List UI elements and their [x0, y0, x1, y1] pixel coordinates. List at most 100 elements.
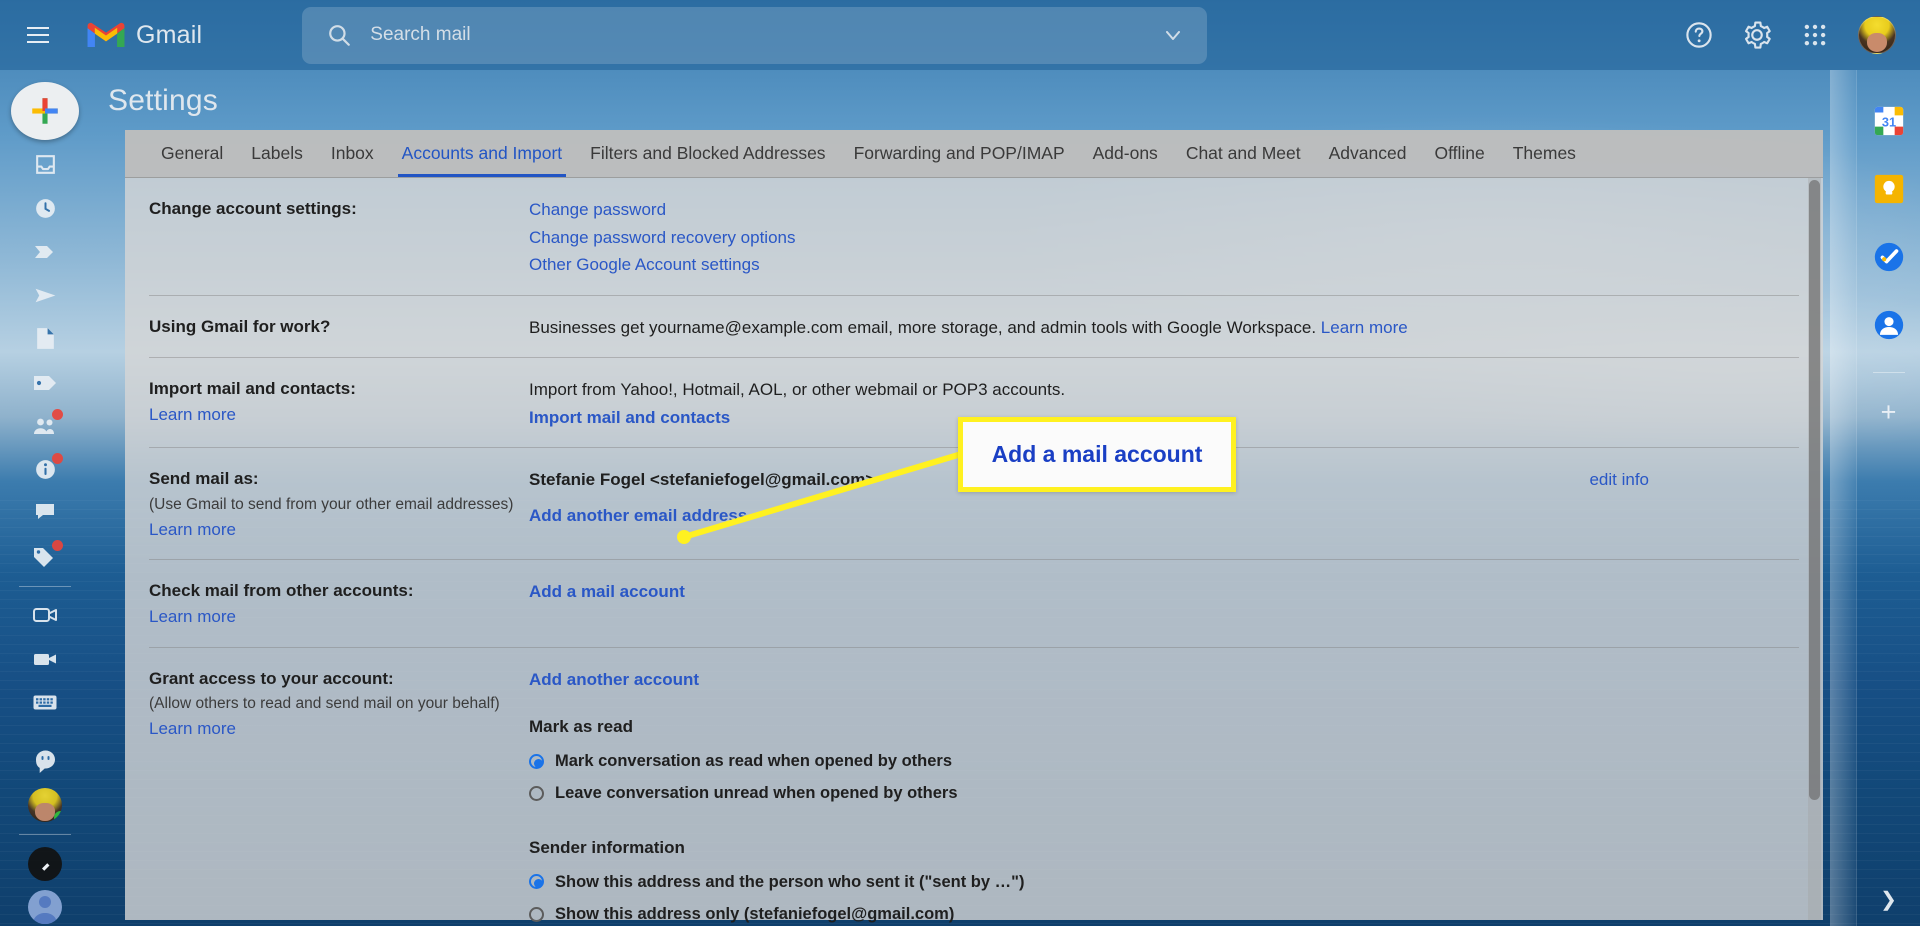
sidebar-item-snoozed[interactable] — [23, 190, 67, 228]
chevron-right-icon[interactable]: ❯ — [1880, 887, 1897, 912]
send-mail-as-sub: (Use Gmail to send from your other email… — [149, 493, 529, 517]
tab-inbox[interactable]: Inbox — [317, 143, 388, 177]
radio-button[interactable] — [529, 786, 544, 801]
sidebar-item-promotions[interactable] — [23, 538, 67, 576]
scrollbar-thumb[interactable] — [1809, 180, 1820, 800]
row-value: Add a mail account — [529, 578, 1799, 631]
row-label: Using Gmail for work? — [149, 314, 529, 342]
sent-icon — [33, 283, 58, 308]
sidebar-item-sent[interactable] — [23, 277, 67, 315]
person-icon — [28, 890, 62, 924]
sidebar-item-inbox[interactable] — [23, 146, 67, 184]
sidebar-item-updates[interactable] — [23, 451, 67, 489]
gmail-brand[interactable]: Gmail — [85, 19, 202, 51]
sender-information-heading: Sender information — [529, 834, 1799, 862]
tab-advanced[interactable]: Advanced — [1315, 143, 1421, 177]
tab-filters-blocked[interactable]: Filters and Blocked Addresses — [576, 143, 839, 177]
sidebar-item-join-meeting[interactable] — [23, 640, 67, 678]
row-grant-access: Grant access to your account: (Allow oth… — [149, 648, 1799, 926]
edit-info-link[interactable]: edit info — [1589, 466, 1799, 543]
avatar[interactable] — [1858, 16, 1896, 54]
settings-scrollbar[interactable] — [1808, 178, 1821, 920]
radio-mark-conversation-read[interactable]: Mark conversation as read when opened by… — [529, 745, 1799, 778]
compose-button[interactable] — [11, 82, 79, 140]
other-google-account-link[interactable]: Other Google Account settings — [529, 251, 1799, 279]
top-bar-actions — [1684, 16, 1896, 54]
tab-labels[interactable]: Labels — [237, 143, 317, 177]
user-avatar-online[interactable] — [28, 788, 62, 822]
meet-camera-outline-icon — [32, 605, 59, 625]
send-mail-as-learn-more-link[interactable]: Learn more — [149, 517, 529, 543]
search-input[interactable]: Search mail — [302, 7, 1207, 64]
help-icon[interactable] — [1684, 20, 1714, 50]
row-change-account-settings: Change account settings: Change password… — [149, 178, 1799, 296]
gear-icon[interactable] — [1742, 20, 1772, 50]
google-contacts-icon[interactable] — [1872, 308, 1906, 342]
sidebar-item-social[interactable] — [23, 407, 67, 445]
radio-button[interactable] — [529, 754, 544, 769]
radio-leave-conversation-unread[interactable]: Leave conversation unread when opened by… — [529, 777, 1799, 810]
sidebar-item-forums[interactable] — [23, 494, 67, 532]
sidebar-item-categories[interactable] — [23, 364, 67, 402]
compose-plus-icon — [28, 94, 62, 128]
tab-offline[interactable]: Offline — [1420, 143, 1498, 177]
row-label: Send mail as: (Use Gmail to send from yo… — [149, 466, 529, 543]
radio-show-address-only[interactable]: Show this address only (stefaniefogel@gm… — [529, 898, 1799, 926]
add-addon-button[interactable]: + — [1881, 399, 1897, 426]
rail-divider — [19, 834, 71, 835]
radio-show-address-and-person[interactable]: Show this address and the person who sen… — [529, 866, 1799, 899]
add-a-mail-account-link[interactable]: Add a mail account — [529, 578, 1799, 606]
google-calendar-icon[interactable]: 31 — [1872, 104, 1906, 138]
main-menu-icon[interactable] — [13, 10, 63, 60]
mark-as-read-heading: Mark as read — [529, 713, 1799, 741]
callout-box: Add a mail account — [958, 417, 1236, 492]
sidebar-contact-dark[interactable] — [23, 845, 67, 883]
import-learn-more-link[interactable]: Learn more — [149, 402, 529, 428]
tab-add-ons[interactable]: Add-ons — [1079, 143, 1172, 177]
settings-card: General Labels Inbox Accounts and Import… — [125, 130, 1823, 920]
right-side-panel: 31 + ❯ — [1856, 70, 1920, 926]
contact-avatar-default[interactable] — [28, 890, 62, 924]
sidebar-item-keyboard[interactable] — [23, 683, 67, 721]
change-password-recovery-link[interactable]: Change password recovery options — [529, 224, 1799, 252]
tab-chat-and-meet[interactable]: Chat and Meet — [1172, 143, 1315, 177]
gmail-for-work-text: Businesses get yourname@example.com emai… — [529, 318, 1316, 337]
sidebar-item-important[interactable] — [23, 233, 67, 271]
gmail-for-work-learn-more-link[interactable]: Learn more — [1321, 318, 1408, 337]
add-another-email-address-link[interactable]: Add another email address — [529, 502, 875, 530]
drafts-icon — [34, 326, 57, 351]
page-title: Settings — [90, 70, 1830, 130]
change-password-link[interactable]: Change password — [529, 196, 1799, 224]
left-navigation-rail — [0, 70, 90, 926]
radio-button[interactable] — [529, 874, 544, 889]
row-value: Add another account Mark as read Mark co… — [529, 666, 1799, 926]
sidebar-contact-default[interactable] — [23, 889, 67, 926]
google-tasks-icon[interactable] — [1872, 240, 1906, 274]
add-another-account-link[interactable]: Add another account — [529, 666, 1799, 694]
sidebar-item-drafts[interactable] — [23, 320, 67, 358]
tab-general[interactable]: General — [147, 143, 237, 177]
sidebar-item-hangouts[interactable] — [23, 743, 67, 781]
sidebar-user-avatar[interactable] — [23, 787, 67, 825]
label-tag-icon — [32, 373, 59, 393]
sidebar-item-new-meeting[interactable] — [23, 596, 67, 634]
tab-themes[interactable]: Themes — [1499, 143, 1590, 177]
search-options-chevron-icon[interactable] — [1161, 23, 1185, 47]
import-text: Import from Yahoo!, Hotmail, AOL, or oth… — [529, 376, 1799, 404]
rail-divider — [19, 586, 71, 587]
settings-content: Change account settings: Change password… — [125, 178, 1823, 926]
radio-button[interactable] — [529, 907, 544, 922]
grant-access-learn-more-link[interactable]: Learn more — [149, 716, 529, 742]
contact-avatar-dark[interactable] — [28, 847, 62, 881]
check-mail-label: Check mail from other accounts: — [149, 581, 414, 600]
important-icon — [32, 242, 58, 262]
google-keep-icon[interactable] — [1872, 172, 1906, 206]
tab-accounts-and-import[interactable]: Accounts and Import — [388, 143, 577, 177]
google-apps-grid-icon[interactable] — [1800, 20, 1830, 50]
sender-information-group: Sender information Show this address and… — [529, 834, 1799, 926]
unread-badge — [52, 409, 63, 420]
tab-forwarding-pop-imap[interactable]: Forwarding and POP/IMAP — [840, 143, 1079, 177]
chat-bubble-icon — [32, 502, 58, 524]
check-mail-learn-more-link[interactable]: Learn more — [149, 604, 529, 630]
hand-icon — [36, 855, 54, 873]
